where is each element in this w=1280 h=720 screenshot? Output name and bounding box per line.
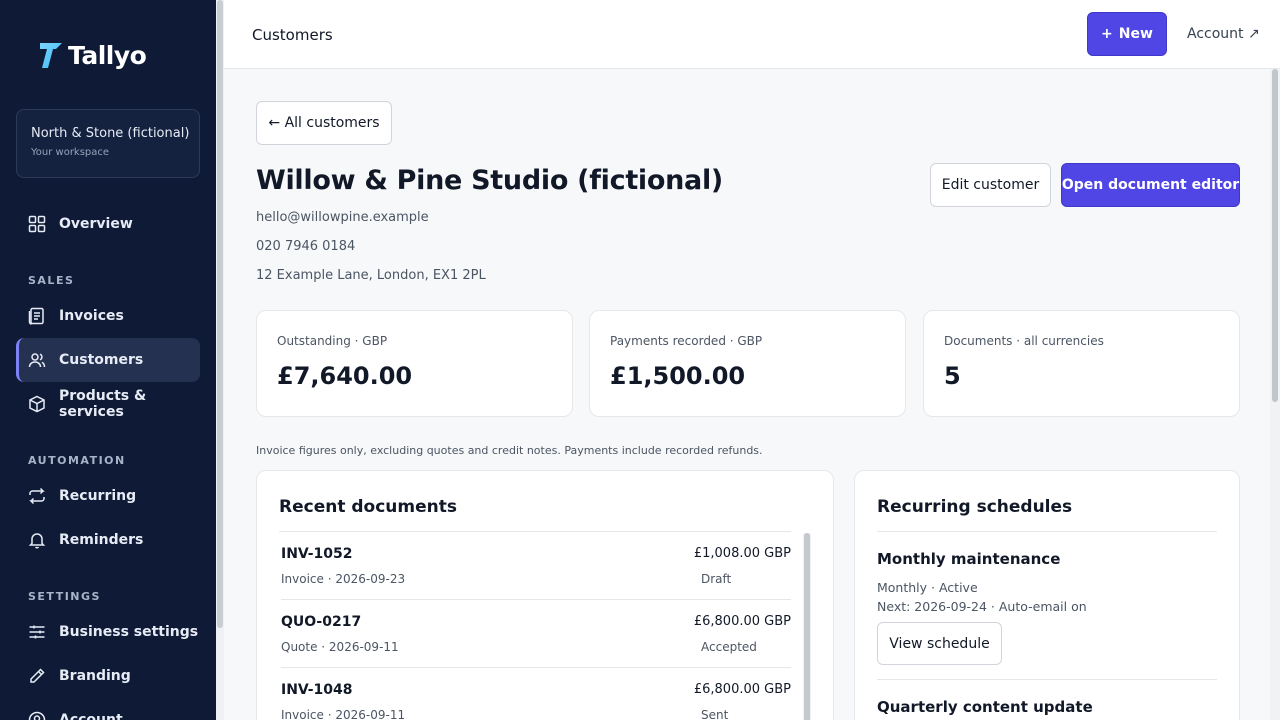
pen-icon — [30, 668, 45, 683]
sidebar-item-customers[interactable]: Customers — [16, 338, 200, 382]
top-bar: Customers + New Account ↗ — [224, 0, 1280, 69]
document-meta: Invoice · 2026-09-11 — [281, 708, 406, 720]
sidebar-item-overview[interactable]: Overview — [16, 202, 200, 246]
document-icon — [28, 307, 44, 325]
sidebar-item-reminders[interactable]: Reminders — [16, 518, 200, 562]
document-status: Draft — [701, 572, 732, 586]
schedule-name: Quarterly content update — [877, 698, 1093, 716]
sidebar-item-label: Recurring — [59, 488, 137, 504]
sidebar-item-label: Reminders — [59, 532, 144, 548]
document-row[interactable]: QUO-0217 Quote · 2026-09-11 £6,800.00 GB… — [281, 600, 791, 668]
workspace-switcher[interactable]: North & Stone (fictional) Your workspace — [16, 109, 200, 178]
card-title: Recent documents — [279, 497, 457, 517]
customer-email: hello@willowpine.example — [256, 210, 429, 225]
stat-value: £1,500.00 — [610, 362, 746, 390]
document-meta: Invoice · 2026-09-23 — [281, 572, 406, 586]
document-number: INV-1052 — [281, 546, 353, 562]
sidebar-item-branding[interactable]: Branding — [16, 654, 200, 698]
back-to-customers-button[interactable]: ← All customers — [256, 101, 392, 145]
new-button-label: New — [1118, 26, 1153, 42]
document-status: Sent — [701, 708, 729, 720]
document-number: QUO-0217 — [281, 614, 362, 630]
card-title: Recurring schedules — [877, 497, 1073, 517]
sidebar-item-invoices[interactable]: Invoices — [16, 294, 200, 338]
customer-phone: 020 7946 0184 — [256, 239, 356, 254]
main-scrollbar-thumb[interactable] — [1272, 69, 1278, 402]
document-status: Accepted — [701, 640, 757, 654]
figures-note: Invoice figures only, excluding quotes a… — [256, 444, 763, 457]
sidebar: Tallyo North & Stone (fictional) Your wo… — [0, 0, 216, 720]
divider — [877, 679, 1217, 680]
customer-address: 12 Example Lane, London, EX1 2PL — [256, 268, 486, 283]
document-row[interactable]: INV-1048 Invoice · 2026-09-11 £6,800.00 … — [281, 668, 791, 720]
sidebar-item-account[interactable]: Account — [16, 698, 200, 720]
recent-documents-card: Recent documents INV-1052 Invoice · 2026… — [256, 470, 834, 720]
stat-payments-recorded: Payments recorded · GBP £1,500.00 — [589, 310, 906, 417]
open-document-editor-button[interactable]: Open document editor — [1061, 163, 1240, 207]
sidebar-item-label: Products & services — [59, 388, 147, 420]
tallyo-logo-icon — [40, 43, 62, 68]
schedule-frequency: Monthly · Active — [877, 580, 978, 595]
main-scrollbar[interactable] — [1270, 69, 1280, 720]
stat-label: Payments recorded · GBP — [610, 334, 763, 348]
sliders-icon — [29, 625, 45, 639]
sidebar-item-label: Business settings — [59, 624, 199, 640]
schedule-name: Monthly maintenance — [877, 550, 1061, 568]
page-title: Customers — [252, 26, 333, 44]
account-link[interactable]: Account ↗ — [1187, 26, 1260, 42]
stat-value: £7,640.00 — [277, 362, 413, 390]
edit-customer-button[interactable]: Edit customer — [930, 163, 1051, 207]
workspace-subtitle: Your workspace — [31, 147, 110, 158]
stat-documents: Documents · all currencies 5 — [923, 310, 1240, 417]
new-button[interactable]: + New — [1087, 12, 1167, 56]
brand-name: Tallyo — [68, 40, 147, 70]
divider — [877, 531, 1217, 532]
nav-section-sales: SALES — [28, 274, 75, 287]
document-amount: £1,008.00 GBP — [693, 546, 791, 561]
users-icon — [28, 353, 46, 368]
plus-icon: + — [1101, 26, 1113, 42]
sidebar-scrollbar-thumb[interactable] — [217, 0, 223, 628]
stat-value: 5 — [944, 362, 961, 390]
sidebar-item-label: Branding — [59, 668, 131, 684]
grid-icon — [28, 215, 46, 233]
schedule-next-run: Next: 2026-09-24 · Auto-email on — [877, 599, 1087, 614]
logo[interactable]: Tallyo — [38, 40, 147, 70]
sidebar-item-recurring[interactable]: Recurring — [16, 474, 200, 518]
document-number: INV-1048 — [281, 682, 353, 698]
box-icon — [29, 395, 45, 413]
view-schedule-button[interactable]: View schedule — [877, 622, 1002, 665]
documents-scrollbar[interactable] — [803, 533, 811, 720]
stat-outstanding: Outstanding · GBP £7,640.00 — [256, 310, 573, 417]
document-row[interactable]: INV-1052 Invoice · 2026-09-23 £1,008.00 … — [281, 532, 791, 600]
stat-label: Outstanding · GBP — [277, 334, 388, 348]
sidebar-item-label: Invoices — [59, 308, 124, 324]
user-circle-icon — [28, 711, 46, 720]
nav-section-automation: AUTOMATION — [28, 454, 126, 467]
sidebar-item-label: Overview — [59, 216, 133, 232]
sidebar-item-products[interactable]: Products & services — [16, 382, 200, 426]
sidebar-item-business-settings[interactable]: Business settings — [16, 610, 200, 654]
document-amount: £6,800.00 GBP — [693, 682, 791, 697]
bell-icon — [28, 533, 46, 549]
repeat-icon — [29, 487, 45, 505]
stat-label: Documents · all currencies — [944, 334, 1104, 348]
sidebar-item-label: Account — [59, 712, 123, 720]
document-amount: £6,800.00 GBP — [693, 614, 791, 629]
sidebar-item-label: Customers — [59, 352, 144, 368]
documents-scrollbar-thumb[interactable] — [804, 533, 810, 720]
document-meta: Quote · 2026-09-11 — [281, 640, 399, 654]
workspace-name: North & Stone (fictional) — [31, 126, 190, 141]
customer-name: Willow & Pine Studio (fictional) — [256, 165, 723, 196]
nav-section-settings: SETTINGS — [28, 590, 101, 603]
sidebar-scrollbar[interactable] — [216, 0, 224, 720]
recurring-schedules-card: Recurring schedules Monthly maintenance … — [854, 470, 1240, 720]
